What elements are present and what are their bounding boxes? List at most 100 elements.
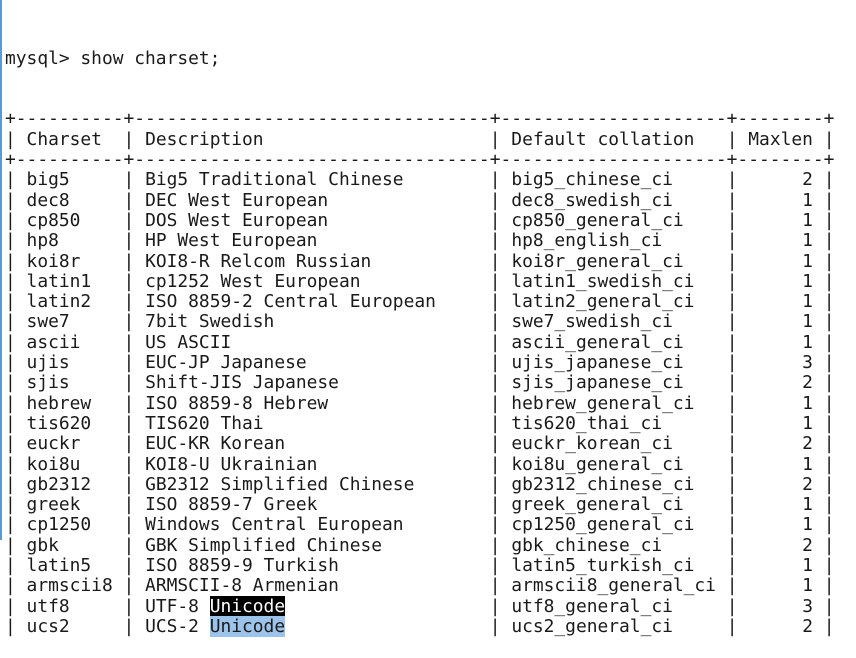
prompt: mysql> [5, 47, 81, 69]
description-cell: ARMSCII-8 Armenian [145, 575, 339, 597]
maxlen-cell: 1 [802, 209, 813, 231]
charset-cell: latin2 [26, 291, 92, 313]
table-row: | tis620 | TIS620 Thai | tis620_thai_ci … [5, 412, 835, 434]
prompt-line: mysql> show charset; [5, 47, 835, 69]
maxlen-cell: 1 [802, 270, 813, 292]
table-row: | koi8u | KOI8-U Ukrainian | koi8u_gener… [5, 453, 835, 475]
charset-cell: hp8 [26, 230, 59, 252]
collation-cell: gbk_chinese_ci [511, 534, 663, 556]
description-cell: ISO 8859-9 Turkish [145, 555, 339, 577]
table-border: +----------+----------------------------… [5, 108, 835, 130]
description-cell: TIS620 Thai [145, 412, 264, 434]
maxlen-cell: 3 [802, 595, 813, 617]
charset-cell: koi8r [26, 250, 81, 272]
collation-cell: koi8u_general_ci [511, 453, 684, 475]
table-row: | sjis | Shift-JIS Japanese | sjis_japan… [5, 372, 835, 394]
description-cell: DOS West European [145, 209, 329, 231]
collation-cell: ascii_general_ci [511, 331, 684, 353]
description-cell: GB2312 Simplified Chinese [145, 473, 415, 495]
collation-cell: latin5_turkish_ci [511, 555, 695, 577]
collation-cell: utf8_general_ci [511, 595, 673, 617]
maxlen-cell: 1 [802, 514, 813, 536]
maxlen-cell: 2 [802, 615, 813, 637]
maxlen-cell: 1 [802, 392, 813, 414]
maxlen-cell: 1 [802, 494, 813, 516]
maxlen-cell: 2 [802, 372, 813, 394]
maxlen-cell: 1 [802, 412, 813, 434]
collation-cell: euckr_korean_ci [511, 433, 673, 455]
collation-cell: big5_chinese_ci [511, 169, 673, 191]
table-row: | koi8r | KOI8-R Relcom Russian | koi8r_… [5, 250, 835, 272]
description-cell: KOI8-R Relcom Russian [145, 250, 372, 272]
collation-cell: hp8_english_ci [511, 230, 663, 252]
result-table: +----------+----------------------------… [5, 109, 835, 637]
maxlen-cell: 1 [802, 555, 813, 577]
maxlen-cell: 1 [802, 291, 813, 313]
collation-cell: ucs2_general_ci [511, 615, 673, 637]
collation-cell: cp850_general_ci [511, 209, 684, 231]
charset-cell: armscii8 [26, 575, 113, 597]
description-cell: UCS-2 Unicode [145, 615, 286, 637]
terminal-output[interactable]: mysql> show charset; +----------+-------… [5, 8, 835, 658]
charset-cell: big5 [26, 169, 70, 191]
maxlen-cell: 2 [802, 534, 813, 556]
command: show charset; [80, 47, 221, 69]
charset-cell: utf8 [26, 595, 70, 617]
collation-cell: hebrew_general_ci [511, 392, 695, 414]
charset-cell: sjis [26, 372, 70, 394]
table-row: | cp850 | DOS West European | cp850_gene… [5, 209, 835, 231]
table-row: | ascii | US ASCII | ascii_general_ci | … [5, 331, 835, 353]
maxlen-cell: 1 [802, 575, 813, 597]
charset-cell: ucs2 [26, 615, 70, 637]
table-row: | gbk | GBK Simplified Chinese | gbk_chi… [5, 534, 835, 556]
charset-cell: koi8u [26, 453, 81, 475]
description-cell: 7bit Swedish [145, 311, 275, 333]
description-cell: ISO 8859-8 Hebrew [145, 392, 329, 414]
description-cell: US ASCII [145, 331, 232, 353]
charset-cell: euckr [26, 433, 81, 455]
description-cell: Shift-JIS Japanese [145, 372, 339, 394]
table-row: | euckr | EUC-KR Korean | euckr_korean_c… [5, 433, 835, 455]
description-cell: ISO 8859-7 Greek [145, 494, 318, 516]
table-row: | hebrew | ISO 8859-8 Hebrew | hebrew_ge… [5, 392, 835, 414]
table-row: | latin5 | ISO 8859-9 Turkish | latin5_t… [5, 555, 835, 577]
collation-cell: cp1250_general_ci [511, 514, 695, 536]
charset-cell: tis620 [26, 412, 92, 434]
collation-cell: latin1_swedish_ci [511, 270, 695, 292]
charset-cell: gb2312 [26, 473, 92, 495]
maxlen-cell: 1 [802, 189, 813, 211]
description-cell: DEC West European [145, 189, 329, 211]
maxlen-cell: 1 [802, 250, 813, 272]
collation-cell: gb2312_chinese_ci [511, 473, 695, 495]
description-cell: Big5 Traditional Chinese [145, 169, 404, 191]
charset-cell: hebrew [26, 392, 92, 414]
description-cell: HP West European [145, 230, 318, 252]
table-row: | cp1250 | Windows Central European | cp… [5, 514, 835, 536]
description-cell: cp1252 West European [145, 270, 361, 292]
selected-text: Unicode [209, 615, 286, 637]
table-row: | hp8 | HP West European | hp8_english_c… [5, 230, 835, 252]
selected-text: Unicode [209, 595, 286, 617]
table-row: | swe7 | 7bit Swedish | swe7_swedish_ci … [5, 311, 835, 333]
collation-cell: tis620_thai_ci [511, 412, 663, 434]
maxlen-cell: 2 [802, 473, 813, 495]
table-border: +----------+----------------------------… [5, 149, 835, 171]
maxlen-cell: Maxlen [748, 128, 813, 150]
table-row: | latin1 | cp1252 West European | latin1… [5, 270, 835, 292]
table-row: | ucs2 | UCS-2 Unicode | ucs2_general_ci… [5, 615, 835, 637]
maxlen-cell: 1 [802, 311, 813, 333]
description-cell: GBK Simplified Chinese [145, 534, 383, 556]
table-row: | greek | ISO 8859-7 Greek | greek_gener… [5, 494, 835, 516]
maxlen-cell: 1 [802, 331, 813, 353]
charset-cell: dec8 [26, 189, 70, 211]
collation-cell: sjis_japanese_ci [511, 372, 684, 394]
collation-cell: greek_general_ci [511, 494, 684, 516]
collation-cell: ujis_japanese_ci [511, 352, 684, 374]
description-cell: EUC-JP Japanese [145, 352, 307, 374]
description-cell: Windows Central European [145, 514, 404, 536]
collation-cell: latin2_general_ci [511, 291, 695, 313]
maxlen-cell: 2 [802, 169, 813, 191]
table-row: | ujis | EUC-JP Japanese | ujis_japanese… [5, 352, 835, 374]
collation-cell: armscii8_general_ci [511, 575, 716, 597]
charset-cell: gbk [26, 534, 59, 556]
